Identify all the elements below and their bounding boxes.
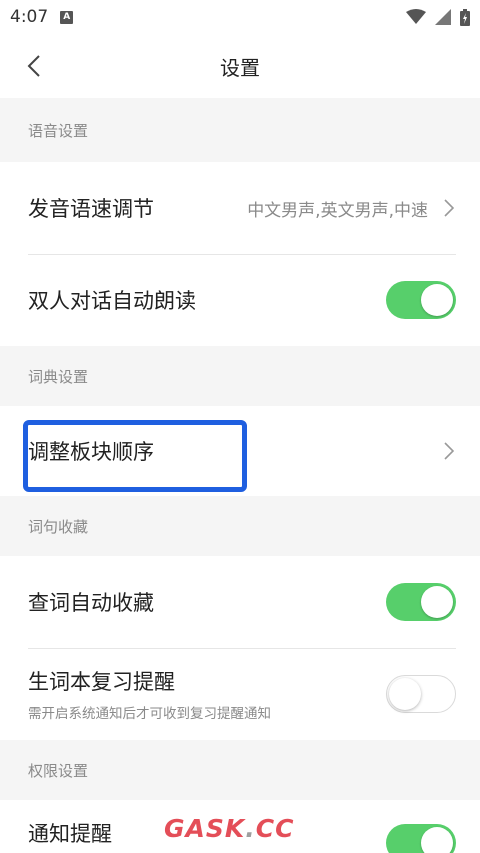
- row-label: 发音语速调节: [28, 197, 154, 221]
- toggle-knob: [389, 678, 421, 710]
- status-time: 4:07: [10, 7, 49, 27]
- section-header-dictionary: 词典设置: [0, 346, 480, 406]
- row-label: 调整板块顺序: [28, 440, 154, 464]
- row-right: [386, 281, 456, 319]
- toggle-knob: [421, 586, 453, 618]
- notification-icon: A: [60, 10, 74, 24]
- row-right: [386, 675, 456, 713]
- row-value: 中文男声,英文男声,中速: [247, 200, 428, 221]
- row-label: 通知提醒: [28, 822, 112, 846]
- card-favorites: 查词自动收藏 生词本复习提醒 需开启系统通知后才可收到复习提醒通知: [0, 556, 480, 740]
- row-label: 双人对话自动朗读: [28, 289, 196, 313]
- nav-bar: 设置: [0, 34, 480, 98]
- card-dictionary: 调整板块顺序: [0, 406, 480, 496]
- back-button[interactable]: [20, 52, 48, 80]
- row-right: [386, 583, 456, 621]
- row-label: 查词自动收藏: [28, 591, 154, 615]
- signal-icon: [435, 9, 451, 25]
- notify-toggle[interactable]: [386, 824, 456, 853]
- section-header-voice: 语音设置: [0, 98, 480, 162]
- section-header-permissions: 权限设置: [0, 740, 480, 800]
- row-right: [386, 824, 456, 853]
- watermark-dot: .: [245, 814, 256, 843]
- chevron-right-icon: [442, 441, 456, 461]
- review-reminder-toggle[interactable]: [386, 675, 456, 713]
- row-subtitle: 需开启系统通知后才可收到复习提醒通知: [28, 706, 271, 722]
- toggle-knob: [421, 284, 453, 316]
- watermark-right: CC: [255, 814, 295, 843]
- row-label: 生词本复习提醒: [28, 670, 175, 694]
- card-voice: 发音语速调节 中文男声,英文男声,中速 双人对话自动朗读: [0, 162, 480, 346]
- toggle-knob: [421, 827, 453, 853]
- status-icons: [406, 8, 470, 26]
- row-auto-collect: 查词自动收藏: [0, 556, 480, 648]
- row-text: 生词本复习提醒 需开启系统通知后才可收到复习提醒通知: [28, 666, 271, 722]
- auto-collect-toggle[interactable]: [386, 583, 456, 621]
- dialogue-autoread-toggle[interactable]: [386, 281, 456, 319]
- row-pronunciation-speed[interactable]: 发音语速调节 中文男声,英文男声,中速: [0, 162, 480, 254]
- page-title: 设置: [220, 55, 260, 80]
- chevron-left-icon: [27, 55, 40, 77]
- row-right: [442, 441, 456, 461]
- watermark-left: GASK: [164, 814, 246, 843]
- row-review-reminder: 生词本复习提醒 需开启系统通知后才可收到复习提醒通知: [0, 648, 480, 740]
- chevron-right-icon: [442, 198, 456, 218]
- row-right: 中文男声,英文男声,中速: [247, 196, 456, 221]
- section-header-favorites: 词句收藏: [0, 496, 480, 556]
- status-bar: 4:07 A: [0, 0, 480, 34]
- watermark: GASK.CC: [164, 814, 294, 843]
- wifi-icon: [406, 9, 426, 24]
- row-dialogue-autoread: 双人对话自动朗读: [0, 254, 480, 346]
- battery-icon: [460, 8, 470, 26]
- row-reorder-blocks[interactable]: 调整板块顺序: [0, 406, 480, 496]
